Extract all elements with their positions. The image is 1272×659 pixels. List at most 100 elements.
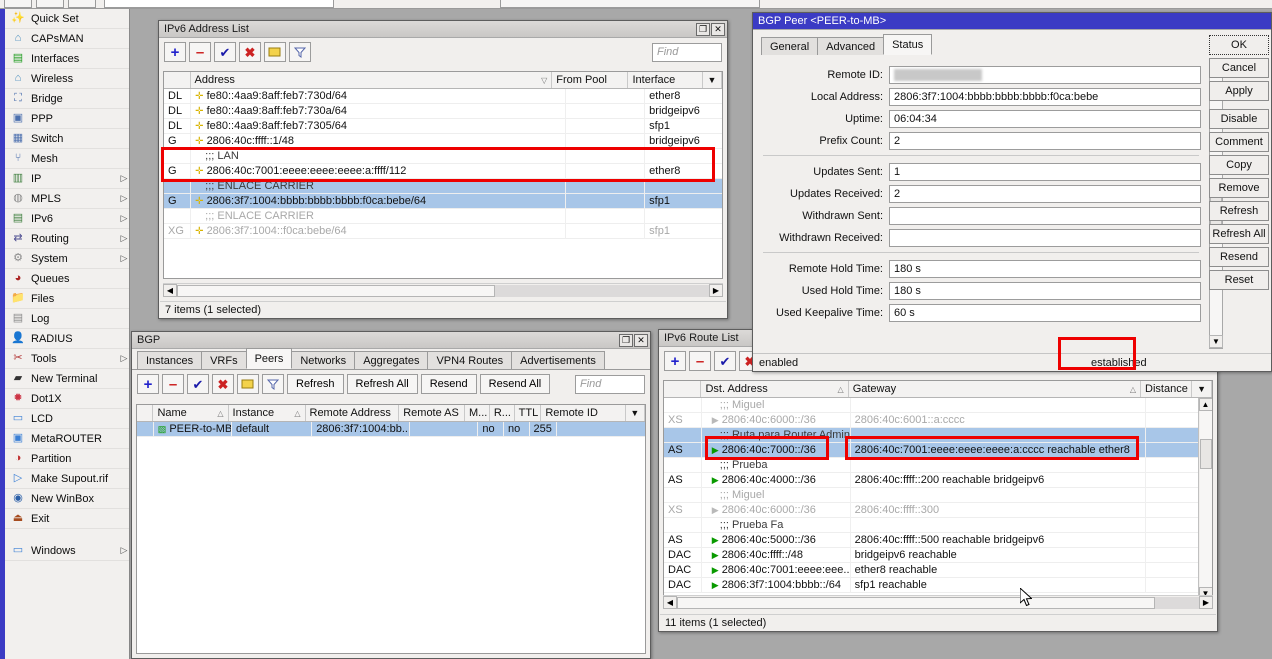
sidebar-item-bridge[interactable]: ⛶Bridge	[5, 89, 129, 109]
add-button[interactable]: +	[164, 42, 186, 62]
column-flags[interactable]	[137, 405, 153, 421]
sidebar-item-new-winbox[interactable]: ◉New WinBox	[5, 489, 129, 509]
ipv6-address-list-window[interactable]: IPv6 Address List ✕ + – ✔ ✖ Find Address…	[158, 20, 728, 319]
table-row[interactable]: AS▶2806:40c:7000::/362806:40c:7001:eeee:…	[664, 443, 1198, 458]
column-flags[interactable]	[164, 72, 191, 88]
scroll-down-icon[interactable]: ▼	[1209, 335, 1223, 348]
remove-button[interactable]: –	[189, 42, 211, 62]
disable-button[interactable]: ✖	[212, 374, 234, 394]
table-comment-row[interactable]: ;;; Prueba	[664, 458, 1198, 473]
column-chooser-icon[interactable]: ▼	[626, 405, 645, 421]
table-row[interactable]: XG✛2806:3f7:1004::f0ca:bebe/64sfp1	[164, 224, 722, 239]
sidebar-item-log[interactable]: ▤Log	[5, 309, 129, 329]
table-comment-row[interactable]: ;;; LAN	[164, 149, 722, 164]
table-row[interactable]: DL✛fe80::4aa9:8aff:feb7:730a/64bridgeipv…	[164, 104, 722, 119]
sidebar-item-system[interactable]: ⚙System▷	[5, 249, 129, 269]
cancel-button[interactable]: Cancel	[1209, 58, 1269, 78]
reset-button[interactable]: Reset	[1209, 270, 1269, 290]
sidebar-item-mpls[interactable]: ◍MPLS▷	[5, 189, 129, 209]
refresh-button[interactable]: Refresh	[287, 374, 344, 394]
hscroll-thumb[interactable]	[177, 285, 495, 297]
field-value[interactable]: 180 s	[889, 260, 1201, 278]
scroll-up-icon[interactable]: ▲	[1199, 398, 1213, 411]
scroll-right-icon[interactable]: ▶	[709, 284, 723, 297]
sidebar-item-radius[interactable]: 👤RADIUS	[5, 329, 129, 349]
ok-button[interactable]: OK	[1209, 35, 1269, 55]
sidebar-item-ppp[interactable]: ▣PPP	[5, 109, 129, 129]
close-icon[interactable]: ✕	[634, 334, 648, 347]
column-distance[interactable]: Distance	[1141, 381, 1192, 397]
column-name[interactable]: Name △	[153, 405, 228, 421]
sidebar-item-partition[interactable]: ◑Partition	[5, 449, 129, 469]
table-comment-row[interactable]: ;;; ENLACE CARRIER	[164, 179, 722, 194]
field-value[interactable]: 60 s	[889, 304, 1201, 322]
add-button[interactable]: +	[664, 351, 686, 371]
field-value[interactable]: 1	[889, 163, 1201, 181]
sidebar-item-ip[interactable]: ▥IP▷	[5, 169, 129, 189]
column-address[interactable]: Address ▽	[191, 72, 553, 88]
toolbar-button-4[interactable]	[500, 0, 760, 8]
field-value[interactable]: 180 s	[889, 282, 1201, 300]
sidebar-item-tools[interactable]: ✂Tools▷	[5, 349, 129, 369]
table-comment-row[interactable]: ;;; Miguel	[664, 488, 1198, 503]
scroll-left-icon[interactable]: ◀	[163, 284, 177, 297]
sidebar-item-files[interactable]: 📁Files	[5, 289, 129, 309]
maximize-icon[interactable]	[619, 334, 633, 347]
resend-button[interactable]: Resend	[1209, 247, 1269, 267]
tab-aggregates[interactable]: Aggregates	[354, 351, 428, 369]
bgp-peer-titlebar[interactable]: BGP Peer <PEER-to-MB>	[753, 13, 1271, 30]
sidebar-item-interfaces[interactable]: ▤Interfaces	[5, 49, 129, 69]
field-value[interactable]: 2	[889, 185, 1201, 203]
tab-peers[interactable]: Peers	[246, 348, 293, 369]
vscroll-thumb[interactable]	[1200, 439, 1212, 469]
column-gateway[interactable]: Gateway △	[849, 381, 1141, 397]
table-comment-row[interactable]: ;;; Miguel	[664, 398, 1198, 413]
comment-button[interactable]	[237, 374, 259, 394]
table-comment-row[interactable]: ;;; Ruta para Router Admin 1	[664, 428, 1198, 443]
sidebar-item-windows[interactable]: ▭Windows▷	[5, 541, 129, 561]
sidebar-item-exit[interactable]: ⏏Exit	[5, 509, 129, 529]
table-row[interactable]: XS▶2806:40c:6000::/362806:40c:6001::a:cc…	[664, 413, 1198, 428]
sidebar-item-wireless[interactable]: ⌂Wireless	[5, 69, 129, 89]
sidebar-item-queues[interactable]: ◕Queues	[5, 269, 129, 289]
tab-advertisements[interactable]: Advertisements	[511, 351, 605, 369]
scroll-left-icon[interactable]: ◀	[663, 596, 677, 609]
search-input[interactable]: Find	[652, 43, 722, 62]
vscroll-track-bottom[interactable]	[1200, 469, 1212, 587]
field-value[interactable]	[889, 207, 1201, 225]
ipv6-route-hscrollbar[interactable]: ◀ ▶	[663, 595, 1213, 609]
tab-vrfs[interactable]: VRFs	[201, 351, 247, 369]
sidebar-item-make-supout-rif[interactable]: ▷Make Supout.rif	[5, 469, 129, 489]
column-ttl[interactable]: TTL	[515, 405, 542, 421]
filter-button[interactable]	[262, 374, 284, 394]
vscroll-track-top[interactable]	[1200, 411, 1212, 439]
ipv6-address-hscrollbar[interactable]: ◀ ▶	[163, 283, 723, 297]
hscroll-track[interactable]	[1155, 597, 1199, 609]
sidebar-item-quick-set[interactable]: ✨Quick Set	[5, 9, 129, 29]
refresh-all-button[interactable]: Refresh All	[1209, 224, 1269, 244]
field-value[interactable]: 2806:3f7:1004:bbbb:bbbb:bbbb:f0ca:bebe	[889, 88, 1201, 106]
field-value[interactable]	[889, 66, 1201, 84]
resend-button[interactable]: Resend	[421, 374, 477, 394]
table-row[interactable]: DAC▶2806:3f7:1004:bbbb::/64sfp1 reachabl…	[664, 578, 1198, 593]
close-icon[interactable]: ✕	[711, 23, 725, 36]
scroll-right-icon[interactable]: ▶	[1199, 596, 1213, 609]
column-from-pool[interactable]: From Pool	[552, 72, 628, 88]
column-remote-id[interactable]: Remote ID	[541, 405, 625, 421]
toolbar-button-3[interactable]	[68, 0, 96, 8]
bgp-titlebar[interactable]: BGP ✕	[132, 332, 650, 349]
tab-status[interactable]: Status	[883, 34, 932, 55]
enable-button[interactable]: ✔	[187, 374, 209, 394]
column-dst-address[interactable]: Dst. Address △	[701, 381, 848, 397]
column-instance[interactable]: Instance △	[229, 405, 306, 421]
toolbar-button-1[interactable]	[4, 0, 32, 8]
table-row[interactable]: G✛2806:3f7:1004:bbbb:bbbb:bbbb:f0ca:bebe…	[164, 194, 722, 209]
hscroll-track[interactable]	[495, 285, 709, 297]
table-row[interactable]: G✛2806:40c:ffff::1/48bridgeipv6	[164, 134, 722, 149]
refresh-all-button[interactable]: Refresh All	[347, 374, 418, 394]
column-remote-address[interactable]: Remote Address	[306, 405, 400, 421]
search-input[interactable]: Find	[575, 375, 645, 394]
resend-all-button[interactable]: Resend All	[480, 374, 551, 394]
tab-general[interactable]: General	[761, 37, 818, 55]
copy-button[interactable]: Copy	[1209, 155, 1269, 175]
